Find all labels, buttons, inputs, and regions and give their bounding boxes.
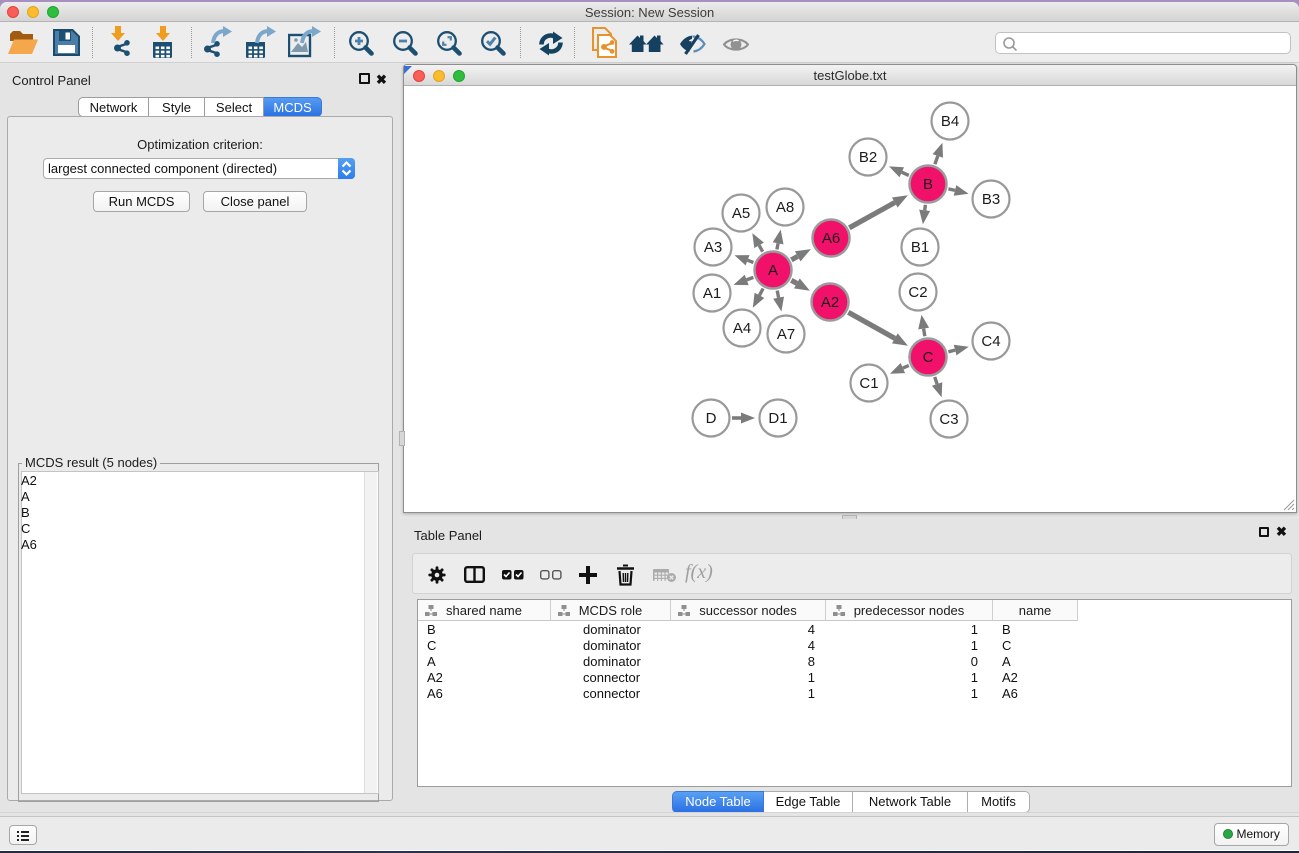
svg-text:B3: B3 (982, 191, 1000, 208)
svg-text:D1: D1 (768, 410, 787, 427)
svg-text:A7: A7 (777, 326, 795, 343)
svg-text:C4: C4 (981, 333, 1000, 350)
svg-text:A8: A8 (776, 199, 794, 216)
svg-text:C1: C1 (859, 375, 878, 392)
svg-text:C2: C2 (908, 284, 927, 301)
svg-text:B2: B2 (859, 149, 877, 166)
svg-text:A1: A1 (703, 285, 721, 302)
svg-text:C3: C3 (939, 411, 958, 428)
svg-text:A2: A2 (821, 294, 839, 311)
svg-text:A5: A5 (732, 205, 750, 222)
svg-text:B1: B1 (911, 239, 929, 256)
svg-text:D: D (706, 410, 717, 427)
svg-text:A4: A4 (733, 320, 751, 337)
svg-text:C: C (923, 349, 934, 366)
svg-text:A6: A6 (822, 230, 840, 247)
svg-text:A3: A3 (704, 239, 722, 256)
svg-text:A: A (768, 262, 778, 279)
svg-text:B: B (923, 176, 933, 193)
svg-text:B4: B4 (941, 113, 959, 130)
